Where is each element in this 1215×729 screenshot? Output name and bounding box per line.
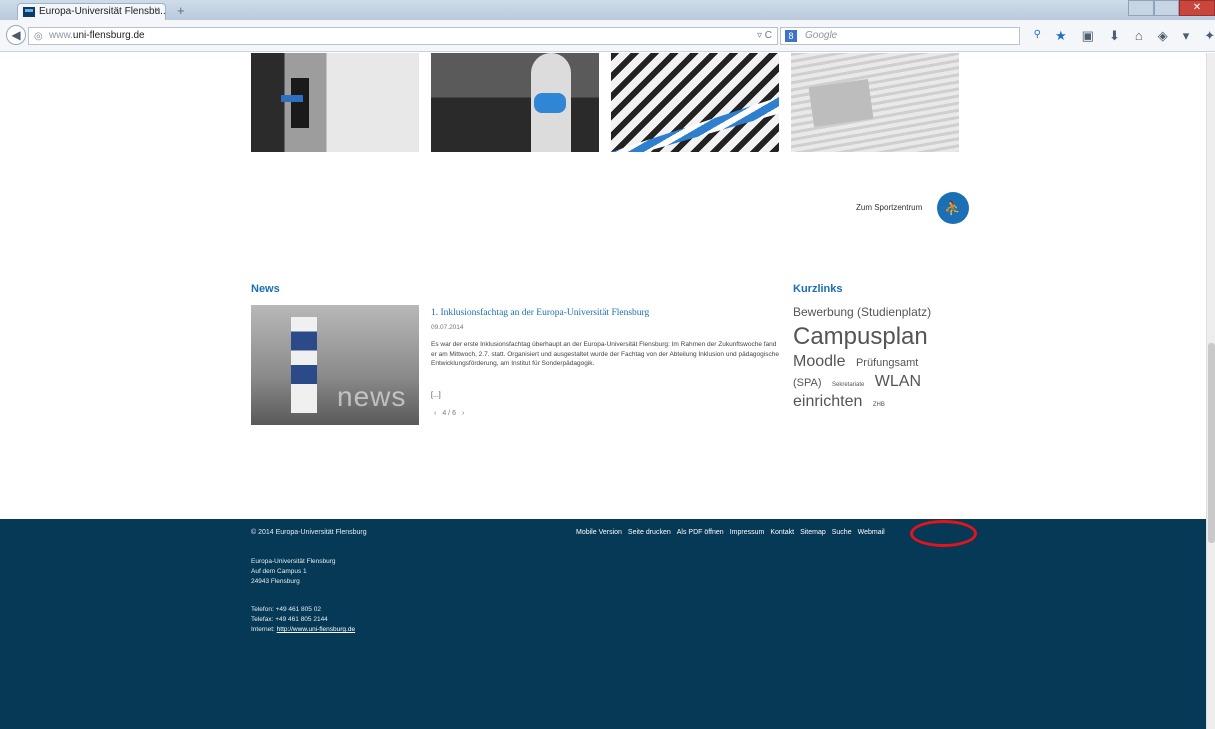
sportzentrum-link[interactable]: Zum Sportzentrum [856, 203, 922, 212]
footer-link-impressum[interactable]: Impressum [730, 529, 765, 536]
globe-icon: ◎ [34, 31, 43, 42]
extension-icon[interactable]: ✦ [1204, 28, 1215, 44]
footer-link-sitemap[interactable]: Sitemap [800, 529, 826, 536]
contact-telefax: Telefax: +49 461 805 2144 [251, 616, 328, 623]
bookmarks-list-icon[interactable]: ▣ [1082, 28, 1094, 44]
kurzlink-moodle[interactable]: Moodle [793, 352, 845, 372]
address-line: Europa-Universität Flensburg [251, 558, 336, 565]
browser-titlebar: Europa-Universität Flensbu... × + ✕ [0, 0, 1215, 20]
home-icon[interactable]: ⌂ [1135, 28, 1143, 44]
teaser-image-stairs[interactable] [611, 53, 779, 152]
url-bar[interactable]: ◎ www.uni-flensburg.de ▿ C [28, 27, 778, 45]
browser-tab[interactable]: Europa-Universität Flensbu... × [17, 3, 166, 20]
door-shape [291, 78, 309, 128]
new-tab-button[interactable]: + [177, 3, 185, 18]
sport-runner-icon[interactable]: ⛹ [937, 192, 969, 224]
door-handle-shape [281, 95, 303, 102]
contact-telefon: Telefon: +49 461 805 02 [251, 606, 321, 613]
browser-navbar: ◀ ◎ www.uni-flensburg.de ▿ C 8 Google ⚲ … [0, 20, 1215, 52]
address-line: 24943 Flensburg [251, 578, 300, 585]
news-image[interactable]: news [251, 305, 419, 425]
stairs-shape [611, 97, 779, 152]
back-button[interactable]: ◀ [6, 25, 26, 45]
teaser-image-student[interactable] [431, 53, 599, 152]
teaser-image-newspapers[interactable] [791, 53, 959, 152]
kurzlink-zhb[interactable]: ZHB [873, 402, 885, 410]
kurzlinks-tag-cloud: Bewerbung (Studienplatz) Campusplan Mood… [793, 302, 963, 412]
pager-next-button[interactable]: › [462, 410, 464, 417]
window-minimize-button[interactable] [1128, 0, 1154, 16]
kurzlink-spa[interactable]: (SPA) [793, 377, 822, 391]
bookmark-star-icon[interactable]: ★ [1055, 28, 1067, 44]
news-article-title[interactable]: 1. Inklusionsfachtag an der Europa-Unive… [431, 308, 649, 318]
footer-link-kontakt[interactable]: Kontakt [770, 529, 794, 536]
contact-internet: Internet: http://www.uni-flensburg.de [251, 625, 355, 635]
scarf-shape [534, 93, 566, 113]
pager-prev-button[interactable]: ‹ [434, 410, 436, 417]
scrollbar-thumb[interactable] [1208, 343, 1215, 543]
kurzlink-sekretariate[interactable]: Sekretariate [832, 382, 864, 390]
footer-links: Mobile Version Seite drucken Als PDF öff… [576, 529, 885, 536]
page-content: Zum Sportzentrum ⛹ News news 1. Inklusio… [0, 53, 1206, 729]
teaser-image-door[interactable] [251, 53, 419, 152]
page-footer: © 2014 Europa-Universität Flensburg Mobi… [0, 519, 1206, 729]
kurzlink-wlan[interactable]: WLAN [875, 372, 921, 392]
footer-copyright: © 2014 Europa-Universität Flensburg [251, 529, 367, 536]
news-watermark: news [337, 381, 407, 412]
webmail-highlight-ring [910, 520, 977, 547]
addon-icon[interactable]: ◈ [1158, 28, 1168, 44]
search-placeholder: Google [805, 30, 838, 41]
site-favicon-icon [23, 7, 35, 17]
footer-link-webmail[interactable]: Webmail [858, 529, 885, 536]
internet-link[interactable]: http://www.uni-flensburg.de [277, 626, 355, 633]
tab-close-icon[interactable]: × [154, 5, 160, 16]
kurzlink-campusplan[interactable]: Campusplan [793, 322, 928, 352]
url-host: uni-flensburg.de [72, 30, 145, 41]
window-maximize-button[interactable] [1154, 0, 1179, 16]
kurzlink-einrichten[interactable]: einrichten [793, 392, 862, 412]
pager-label: 4 / 6 [442, 410, 456, 417]
footer-link-mobile[interactable]: Mobile Version [576, 529, 622, 536]
reload-icon[interactable]: ▿ C [757, 30, 772, 41]
kurzlink-pruefungsamt[interactable]: Prüfungsamt [856, 357, 918, 371]
search-engine-icon[interactable]: 8 [785, 30, 797, 42]
news-more-link[interactable]: [...] [431, 392, 441, 399]
window-close-button[interactable]: ✕ [1179, 0, 1215, 16]
tab-title: Europa-Universität Flensbu... [39, 6, 166, 17]
article-fade-overlay [431, 368, 779, 388]
news-pager: ‹ 4 / 6 › [434, 410, 464, 417]
internet-label: Internet: [251, 626, 275, 633]
page-scrollbar[interactable] [1206, 53, 1215, 729]
downloads-icon[interactable]: ⬇ [1109, 28, 1120, 44]
search-input[interactable]: 8 Google ⚲ [780, 27, 1041, 45]
footer-contact: Telefon: +49 461 805 02 Telefax: +49 461… [251, 605, 355, 635]
news-article-date: 09.07.2014 [431, 324, 464, 331]
search-icon[interactable]: ⚲ [1034, 29, 1041, 40]
url-prefix: www. [49, 30, 73, 41]
footer-address: Europa-Universität Flensburg Auf dem Cam… [251, 557, 336, 587]
kurzlinks-heading: Kurzlinks [793, 283, 843, 295]
address-line: Auf dem Campus 1 [251, 568, 307, 575]
footer-link-print[interactable]: Seite drucken [628, 529, 671, 536]
news-article-text: Es war der erste Inklusionsfachtag überh… [431, 341, 779, 367]
lighthouse-shape [291, 317, 317, 413]
newspaper-shape [808, 79, 874, 127]
footer-link-suche[interactable]: Suche [832, 529, 852, 536]
dropdown-icon[interactable]: ▾ [1183, 28, 1190, 44]
browser-toolbar-icons: ★ ▣ ⬇ ⌂ ◈ ▾ ✦ ≡ [1055, 28, 1215, 44]
footer-link-pdf[interactable]: Als PDF öffnen [677, 529, 724, 536]
news-heading: News [251, 283, 280, 295]
kurzlink-bewerbung[interactable]: Bewerbung (Studienplatz) [793, 305, 931, 320]
